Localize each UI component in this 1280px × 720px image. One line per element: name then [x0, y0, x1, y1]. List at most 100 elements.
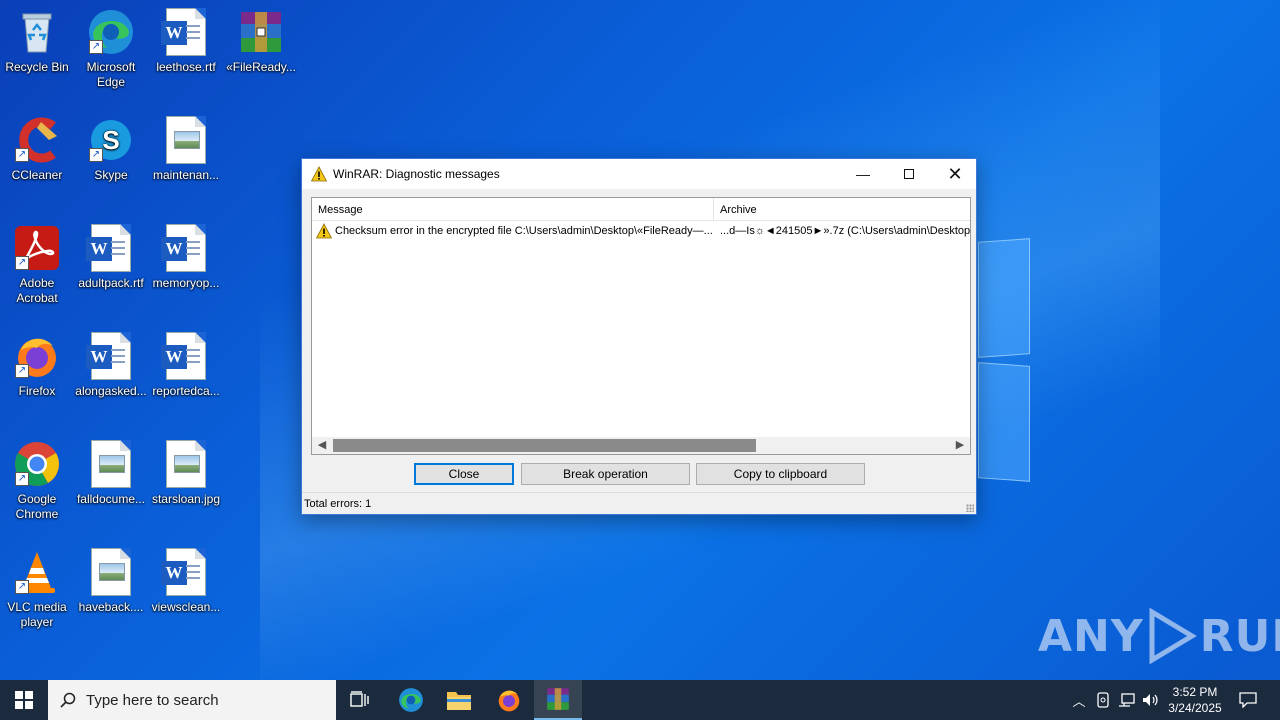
- desktop-icon-recycle-bin[interactable]: Recycle Bin: [0, 8, 74, 75]
- word-document-icon: W: [86, 224, 135, 272]
- taskbar-winrar-button[interactable]: [534, 680, 582, 720]
- winrar-archive-icon: [237, 8, 285, 56]
- warning-icon: [311, 166, 327, 182]
- shortcut-arrow-icon: ↗: [15, 472, 29, 486]
- desktop-icon-starsloan-jpg[interactable]: starsloan.jpg: [149, 440, 223, 507]
- word-document-icon: W: [161, 332, 210, 380]
- break-operation-button[interactable]: Break operation: [521, 463, 690, 485]
- desktop-icon-fileready-archive[interactable]: «FileReady...: [224, 8, 298, 75]
- desktop-icon-adobe-acrobat[interactable]: ↗ Adobe Acrobat: [0, 224, 74, 306]
- chrome-icon: ↗: [13, 440, 61, 488]
- edge-icon: ↗: [87, 8, 135, 56]
- shortcut-arrow-icon: ↗: [15, 256, 29, 270]
- winrar-diagnostic-dialog: WinRAR: Diagnostic messages — ✕ Message …: [301, 158, 977, 515]
- close-window-button[interactable]: ✕: [932, 159, 978, 189]
- word-document-icon: W: [161, 8, 210, 56]
- image-file-icon: [162, 440, 210, 488]
- shortcut-arrow-icon: ↗: [15, 148, 29, 162]
- desktop-icon-reportedca[interactable]: W reportedca...: [149, 332, 223, 399]
- chevron-up-icon: ︿: [1072, 693, 1086, 709]
- total-errors-text: Total errors: 1: [304, 498, 372, 510]
- notification-icon: [1239, 692, 1257, 708]
- image-file-icon: [87, 440, 135, 488]
- list-item[interactable]: Checksum error in the encrypted file C:\…: [312, 221, 970, 241]
- taskbar-edge-button[interactable]: [387, 680, 435, 720]
- copy-to-clipboard-button[interactable]: Copy to clipboard: [696, 463, 865, 485]
- search-icon: [60, 692, 76, 708]
- shortcut-arrow-icon: ↗: [89, 40, 103, 54]
- task-view-icon: [350, 691, 369, 707]
- messages-listview[interactable]: Message Archive Checksum error in the en…: [311, 197, 971, 455]
- desktop-icon-ccleaner[interactable]: ↗ CCleaner: [0, 116, 74, 183]
- windows-start-icon: [15, 691, 33, 709]
- desktop-icon-falldocume[interactable]: falldocume...: [74, 440, 148, 507]
- desktop-icon-skype[interactable]: S ↗ Skype: [74, 116, 148, 183]
- vlc-cone-icon: ↗: [13, 548, 61, 596]
- minimize-button[interactable]: —: [840, 159, 886, 189]
- word-document-icon: W: [161, 224, 210, 272]
- firefox-icon: [498, 690, 520, 712]
- speaker-icon: [1143, 694, 1158, 706]
- desktop-icon-google-chrome[interactable]: ↗ Google Chrome: [0, 440, 74, 522]
- edge-icon: [399, 688, 423, 712]
- scrollbar-thumb[interactable]: [333, 439, 756, 452]
- desktop-icon-viewsclean[interactable]: W viewsclean...: [149, 548, 223, 615]
- desktop-icon-adultpack-rtf[interactable]: W adultpack.rtf: [74, 224, 148, 291]
- desktop-icon-edge[interactable]: ↗ Microsoft Edge: [74, 8, 148, 90]
- column-header-message[interactable]: Message: [312, 198, 714, 220]
- column-header-archive[interactable]: Archive: [714, 198, 970, 220]
- minimize-icon: —: [856, 166, 870, 182]
- recycle-bin-icon: [13, 8, 61, 56]
- start-button[interactable]: [0, 680, 48, 720]
- skype-icon: S ↗: [87, 116, 135, 164]
- resize-grip-icon[interactable]: [966, 504, 974, 512]
- desktop-icon-memoryop[interactable]: W memoryop...: [149, 224, 223, 291]
- shortcut-arrow-icon: ↗: [15, 580, 29, 594]
- maximize-button[interactable]: [886, 159, 932, 189]
- taskbar-firefox-button[interactable]: [485, 680, 533, 720]
- anyrun-watermark: ANY RUN: [1038, 608, 1280, 664]
- maximize-icon: [904, 169, 914, 179]
- desktop-icon-alongasked[interactable]: W alongasked...: [74, 332, 148, 399]
- tray-app-button[interactable]: [1092, 680, 1114, 720]
- clock-date: 3/24/2025: [1168, 701, 1222, 715]
- desktop-icon-leethose-rtf[interactable]: W leethose.rtf: [149, 8, 223, 75]
- dialog-titlebar[interactable]: WinRAR: Diagnostic messages — ✕: [302, 159, 976, 189]
- volume-button[interactable]: [1140, 680, 1162, 720]
- archive-text: ...d—Is☼◄241505►».7z (C:\Users\admin\Des…: [720, 225, 970, 237]
- network-button[interactable]: [1115, 680, 1139, 720]
- close-button[interactable]: Close: [414, 463, 514, 485]
- search-placeholder: Type here to search: [86, 691, 219, 709]
- desktop-icon-haveback[interactable]: haveback....: [74, 548, 148, 615]
- desktop-icon-maintenance-image[interactable]: maintenan...: [149, 116, 223, 183]
- taskbar-file-explorer-button[interactable]: [435, 680, 483, 720]
- desktop-icon-vlc[interactable]: ↗ VLC media player: [0, 548, 74, 630]
- image-file-icon: [162, 116, 210, 164]
- listview-header: Message Archive: [312, 198, 970, 221]
- word-document-icon: W: [86, 332, 135, 380]
- task-view-button[interactable]: [336, 680, 384, 720]
- system-clock[interactable]: 3:52 PM 3/24/2025: [1162, 684, 1228, 716]
- desktop-icon-firefox[interactable]: ↗ Firefox: [0, 332, 74, 399]
- network-icon: [1119, 693, 1135, 707]
- svg-text:S: S: [102, 125, 119, 155]
- warning-icon: [316, 223, 332, 239]
- status-bar: Total errors: 1: [302, 492, 976, 514]
- image-file-icon: [87, 548, 135, 596]
- close-icon: ✕: [947, 163, 963, 184]
- device-icon: [1097, 692, 1109, 708]
- scroll-right-icon[interactable]: ▶: [952, 437, 968, 454]
- windows-wallpaper-logo: [978, 238, 1030, 482]
- show-hidden-icons-button[interactable]: ︿: [1068, 680, 1090, 720]
- ccleaner-icon: ↗: [13, 116, 61, 164]
- firefox-icon: ↗: [13, 332, 61, 380]
- word-document-icon: W: [161, 548, 210, 596]
- scroll-left-icon[interactable]: ◀: [314, 437, 330, 454]
- action-center-button[interactable]: [1232, 680, 1264, 720]
- taskbar-search-box[interactable]: Type here to search: [48, 680, 336, 720]
- play-logo-icon: [1149, 608, 1197, 664]
- horizontal-scrollbar[interactable]: ◀ ▶: [312, 437, 970, 454]
- shortcut-arrow-icon: ↗: [15, 364, 29, 378]
- dialog-title: WinRAR: Diagnostic messages: [333, 167, 500, 181]
- shortcut-arrow-icon: ↗: [89, 148, 103, 162]
